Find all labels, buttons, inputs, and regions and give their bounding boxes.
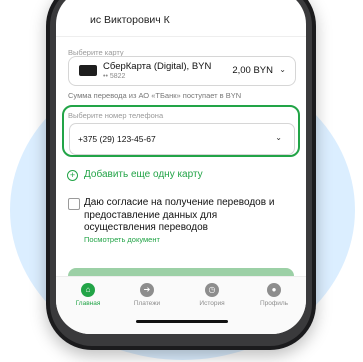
- phone-select-label: Выберите номер телефона: [68, 111, 164, 120]
- tab-payments[interactable]: ➔ Платежи: [119, 283, 175, 307]
- clock-icon: ◷: [205, 283, 219, 297]
- consent-checkbox[interactable]: [68, 198, 80, 210]
- card-amount: 2,00 BYN: [232, 65, 273, 76]
- currency-note: Сумма перевода из АО «ТБанк» поступает в…: [68, 91, 242, 100]
- recipient-name: ис Викторович К: [90, 14, 170, 26]
- home-icon: ⌂: [81, 283, 95, 297]
- tab-profile-label: Профиль: [259, 300, 289, 307]
- tab-history[interactable]: ◷ История: [184, 283, 240, 307]
- tab-home[interactable]: ⌂ Главная: [60, 283, 116, 307]
- arrow-icon: ➔: [140, 283, 154, 297]
- plus-circle-icon[interactable]: +: [67, 170, 78, 181]
- consent-text: Даю согласие на получение переводов и пр…: [84, 197, 275, 233]
- card-icon: [79, 65, 97, 76]
- phone-number-value: +375 (29) 123-45-67: [78, 134, 156, 144]
- phone-screen: ис Викторович К Выберите карту СберКарта…: [56, 0, 306, 334]
- home-indicator: [136, 320, 228, 323]
- chevron-down-icon: ⌄: [275, 133, 282, 142]
- tab-home-label: Главная: [75, 300, 101, 307]
- tab-payments-label: Платежи: [133, 300, 161, 307]
- tab-history-label: История: [199, 300, 225, 307]
- chevron-down-icon: ⌄: [279, 65, 286, 74]
- card-name: СберКарта (Digital), BYN: [103, 61, 212, 72]
- card-number: •• 5822: [103, 73, 126, 80]
- view-document-link[interactable]: Посмотреть документ: [84, 235, 160, 244]
- profile-icon: ●: [267, 283, 281, 297]
- bottom-tab-bar: ⌂ Главная ➔ Платежи ◷ История ● Профиль: [56, 276, 306, 334]
- tab-profile[interactable]: ● Профиль: [246, 283, 302, 307]
- card-select[interactable]: СберКарта (Digital), BYN •• 5822 2,00 BY…: [68, 56, 296, 86]
- phone-number-select[interactable]: +375 (29) 123-45-67 ⌄: [69, 123, 295, 155]
- divider: [56, 36, 306, 37]
- add-card-link[interactable]: Добавить еще одну карту: [84, 169, 203, 180]
